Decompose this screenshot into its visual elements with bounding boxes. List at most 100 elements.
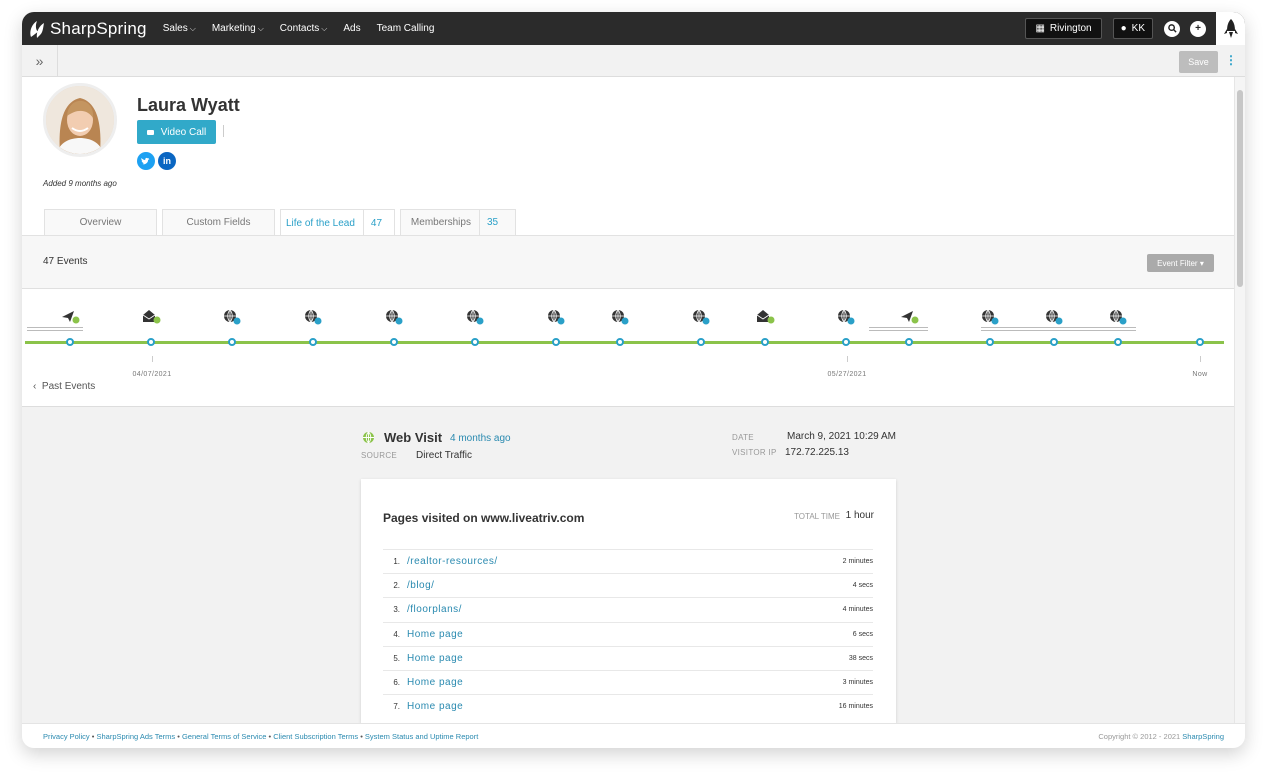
timeline-date: 05/27/2021 [827,371,867,378]
timeline: 04/07/2021 05/27/2021 Now ‹ Past Events [22,289,1234,407]
web-visit-icon[interactable] [692,309,712,325]
footer-link[interactable]: Client Subscription Terms [273,732,358,741]
web-visit-icon[interactable] [223,309,243,325]
user-menu[interactable]: ● KK [1112,18,1153,39]
event-filter-button[interactable]: Event Filter ▾ [1147,254,1214,272]
video-call-button[interactable]: Video Call [137,120,216,144]
page-link[interactable]: Home page [407,677,463,688]
chevron-down-icon: ⌵ [189,23,196,33]
date-label: DATE [732,433,754,442]
tab-count: 35 [478,210,505,235]
linkedin-icon[interactable]: in [158,152,176,170]
scrollbar-thumb[interactable] [1237,90,1243,287]
nav-contacts[interactable]: Contacts ⌵ [280,23,328,34]
timeline-dot[interactable] [147,338,155,346]
search-icon[interactable] [1164,20,1180,37]
web-visit-icon[interactable] [547,309,567,325]
page-duration: 38 secs [848,654,873,662]
email-sent-icon[interactable] [61,309,81,325]
page-link[interactable]: Home page [407,653,463,664]
sub-toolbar: » Save ⋮ [22,45,1245,77]
timeline-dot[interactable] [697,338,705,346]
web-visit-icon[interactable] [611,309,631,325]
save-button[interactable]: Save [1179,51,1218,73]
tab-count: 47 [362,210,389,236]
web-visit-icon[interactable] [385,309,405,325]
timeline-tick [847,356,848,362]
nav-team-calling[interactable]: Team Calling [377,23,435,34]
nav-sales[interactable]: Sales ⌵ [163,23,196,34]
web-visit-icon[interactable] [466,309,486,325]
web-visit-icon[interactable] [837,309,857,325]
separator: • [358,732,365,741]
footer-link[interactable]: System Status and Uptime Report [365,732,478,741]
timeline-dot[interactable] [761,338,769,346]
page-duration: 6 secs [852,630,873,638]
timeline-dot[interactable] [228,338,236,346]
page-duration: 16 minutes [838,703,873,711]
web-visit-icon[interactable] [981,309,1001,325]
company-switcher[interactable]: ▦ Rivington [1025,18,1102,39]
timeline-dot[interactable] [1050,338,1058,346]
table-row: 4. Home page 6 secs [383,621,873,646]
table-row: 6. Home page 3 minutes [383,669,873,694]
chevron-down-icon: ⌵ [321,23,328,33]
more-options-icon[interactable]: ⋮ [1225,53,1237,67]
contact-profile: Laura Wyatt Video Call in Added 9 months… [22,77,1234,236]
page-link[interactable]: Home page [407,701,463,712]
tab-memberships[interactable]: Memberships 35 [400,209,516,235]
brand-link[interactable]: SharpSpring [1182,732,1224,741]
events-header: 47 Events Event Filter ▾ [22,236,1234,289]
footer-link[interactable]: General Terms of Service [182,732,266,741]
expand-sidebar-button[interactable]: » [22,45,58,76]
pages-list: 1. /realtor-resources/2 minutes 2. /blog/4 … [383,549,873,718]
visitor-ip-label: VISITOR IP [732,448,777,457]
timeline-dot[interactable] [616,338,624,346]
footer-link[interactable]: SharpSpring Ads Terms [96,732,175,741]
timeline-dot[interactable] [66,338,74,346]
nav-ads[interactable]: Ads [343,23,360,34]
rocket-icon[interactable] [1216,12,1245,45]
tab-overview[interactable]: Overview [44,209,157,235]
timeline-dot[interactable] [471,338,479,346]
web-visit-icon[interactable] [1109,309,1129,325]
twitter-icon[interactable] [137,152,155,170]
page-link[interactable]: /floorplans/ [407,604,462,615]
past-events-link[interactable]: ‹ Past Events [33,381,95,392]
tab-life-of-the-lead[interactable]: Life of the Lead 47 [280,209,395,236]
sharpspring-logo-icon [30,20,44,38]
source-label: SOURCE [361,451,398,460]
timeline-group-marker [981,327,1136,331]
email-sent-icon[interactable] [900,309,920,325]
add-icon[interactable]: + [1190,20,1206,37]
timeline-track [25,341,1224,344]
logo[interactable]: SharpSpring [28,19,147,39]
timeline-dot[interactable] [390,338,398,346]
table-row: 2. /blog/4 secs [383,573,873,597]
timeline-dot[interactable] [1196,338,1204,346]
page-link[interactable]: Home page [407,629,463,640]
page-duration: 3 minutes [842,679,873,687]
total-time-value: 1 hour [845,510,874,521]
email-open-icon[interactable] [142,309,162,325]
timeline-dot[interactable] [986,338,994,346]
timeline-dot[interactable] [552,338,560,346]
card-title: Pages visited on www.liveatriv.com [383,511,585,525]
page-link[interactable]: /blog/ [407,580,434,591]
page-duration: 4 minutes [842,606,873,614]
scrollbar[interactable] [1234,77,1245,723]
timeline-dot[interactable] [905,338,913,346]
contact-name: Laura Wyatt [137,95,240,115]
web-visit-icon[interactable] [1045,309,1065,325]
nav-marketing[interactable]: Marketing ⌵ [212,23,264,34]
added-date: Added 9 months ago [43,179,117,188]
tab-custom-fields[interactable]: Custom Fields [162,209,275,235]
timeline-dot[interactable] [309,338,317,346]
email-open-icon[interactable] [756,309,776,325]
camera-icon [146,129,154,135]
web-visit-icon[interactable] [304,309,324,325]
timeline-dot[interactable] [1114,338,1122,346]
footer-link[interactable]: Privacy Policy [43,732,90,741]
page-link[interactable]: /realtor-resources/ [407,556,498,567]
timeline-dot[interactable] [842,338,850,346]
